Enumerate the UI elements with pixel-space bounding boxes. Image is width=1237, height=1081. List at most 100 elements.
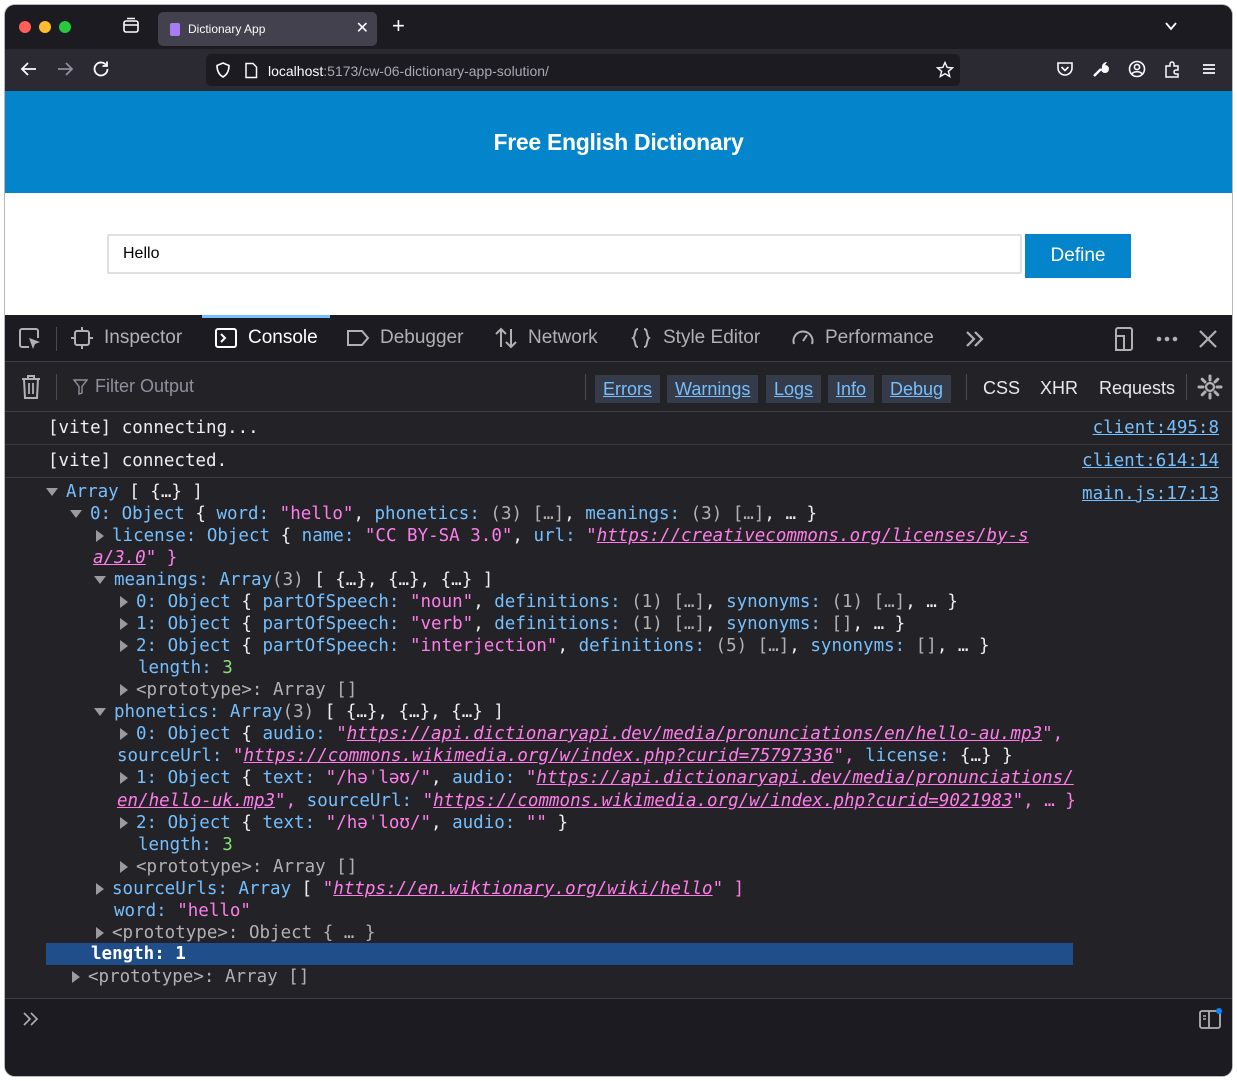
filter-errors-button[interactable]: Errors — [595, 375, 660, 403]
collapsed-triangle-icon[interactable] — [120, 817, 128, 829]
shield-icon[interactable] — [214, 61, 232, 79]
collapsed-triangle-icon[interactable] — [120, 618, 128, 630]
tree-row[interactable]: meanings: Array(3) [ {…}, {…}, {…} ] — [94, 569, 493, 591]
bookmark-star-icon[interactable] — [936, 61, 954, 79]
account-icon[interactable] — [1127, 59, 1147, 79]
url-link[interactable]: https://api.dictionaryapi.dev/media/pron… — [347, 724, 1042, 744]
tree-row[interactable]: 0: Object { word: "hello", phonetics: (3… — [70, 503, 817, 525]
url-link[interactable]: https://api.dictionaryapi.dev/media/pron… — [536, 768, 1073, 788]
new-tab-button[interactable]: + — [392, 15, 405, 37]
collapsed-triangle-icon[interactable] — [72, 971, 80, 983]
filter-debug-button[interactable]: Debug — [882, 375, 952, 403]
forward-icon[interactable] — [55, 59, 75, 79]
tab-close-icon[interactable]: ✕ — [356, 18, 369, 38]
search-input[interactable] — [107, 234, 1022, 274]
console-input[interactable] — [5, 998, 1232, 1076]
collapsed-triangle-icon[interactable] — [120, 772, 128, 784]
more-tools-chevron-icon[interactable] — [962, 326, 988, 352]
expanded-triangle-icon[interactable] — [46, 488, 58, 496]
chevron-down-icon[interactable] — [1164, 19, 1178, 33]
tree-row[interactable]: 1: Object { text: "/həˈləʊ/", audio: "ht… — [120, 767, 1074, 789]
tree-row[interactable]: 1: Object { partOfSpeech: "verb", defini… — [120, 613, 905, 635]
tree-row-selected[interactable]: length: 1 — [91, 943, 186, 965]
settings-gear-icon[interactable] — [1197, 374, 1223, 400]
filter-divider — [966, 374, 967, 400]
reload-icon[interactable] — [91, 59, 111, 79]
trash-icon[interactable] — [19, 374, 43, 400]
collapsed-triangle-icon[interactable] — [120, 728, 128, 740]
minimize-window-button[interactable] — [39, 21, 51, 33]
url-link[interactable]: en/hello-uk.mp3 — [117, 791, 275, 811]
tab-network[interactable]: Network — [494, 315, 598, 361]
collapsed-triangle-icon[interactable] — [96, 927, 104, 939]
tab-dictionary-app[interactable]: Dictionary App ✕ — [158, 12, 377, 46]
define-button[interactable]: Define — [1025, 234, 1131, 278]
expanded-triangle-icon[interactable] — [94, 576, 106, 584]
pocket-icon[interactable] — [1055, 59, 1075, 79]
tab-performance-label: Performance — [825, 327, 934, 348]
collapsed-triangle-icon[interactable] — [120, 596, 128, 608]
tree-row[interactable]: 2: Object { partOfSpeech: "interjection"… — [120, 635, 990, 657]
header-banner: Free English Dictionary — [5, 91, 1232, 193]
filter-css-button[interactable]: CSS — [983, 378, 1020, 399]
collapsed-triangle-icon[interactable] — [120, 640, 128, 652]
filter-logs-button[interactable]: Logs — [766, 375, 822, 403]
element-picker-icon[interactable] — [17, 326, 43, 352]
url-text[interactable]: localhost:5173/cw-06-dictionary-app-solu… — [268, 63, 549, 79]
filter-xhr-button[interactable]: XHR — [1040, 378, 1078, 399]
message-source-link[interactable]: client:614:14 — [1082, 451, 1219, 471]
collapsed-triangle-icon[interactable] — [96, 883, 104, 895]
url-link[interactable]: a/3.0 — [93, 548, 146, 568]
tab-console-label: Console — [248, 327, 318, 348]
wrench-icon[interactable] — [1091, 59, 1111, 79]
collapsed-triangle-icon[interactable] — [120, 861, 128, 873]
tree-row[interactable]: 0: Object { partOfSpeech: "noun", defini… — [120, 591, 958, 613]
close-icon[interactable] — [1195, 326, 1221, 352]
tree-row[interactable]: <prototype>: Object { … } — [96, 922, 375, 944]
extensions-icon[interactable] — [1163, 59, 1183, 79]
tree-row[interactable]: Array [ {…} ] — [46, 481, 203, 503]
url-link[interactable]: https://creativecommons.org/licenses/by-… — [597, 526, 1029, 546]
tab-console[interactable]: Console — [202, 315, 330, 361]
url-link[interactable]: https://en.wiktionary.org/wiki/hello — [333, 879, 712, 899]
page-icon[interactable] — [244, 62, 258, 79]
expanded-triangle-icon[interactable] — [70, 510, 82, 518]
sidebar-toggle-icon[interactable] — [1198, 1007, 1222, 1031]
filter-info-button[interactable]: Info — [828, 375, 875, 403]
tab-inspector-label: Inspector — [104, 327, 183, 348]
filter-requests-button[interactable]: Requests — [1099, 378, 1175, 399]
collapsed-triangle-icon[interactable] — [120, 684, 128, 696]
back-icon[interactable] — [19, 59, 39, 79]
more-options-icon[interactable] — [1154, 326, 1180, 352]
tree-row[interactable]: 0: Object { audio: "https://api.dictiona… — [120, 723, 1063, 745]
expanded-triangle-icon[interactable] — [94, 708, 106, 716]
tree-row[interactable]: <prototype>: Array [] — [72, 966, 309, 988]
browser-window: Dictionary App ✕ + localhost:5173/cw-06-… — [5, 5, 1232, 1076]
dock-side-icon[interactable] — [1111, 326, 1137, 352]
style-editor-icon — [631, 328, 651, 348]
tree-row[interactable]: 2: Object { text: "/həˈloʊ/", audio: "" … — [120, 812, 568, 834]
url-bar[interactable]: localhost:5173/cw-06-dictionary-app-solu… — [206, 54, 960, 86]
filter-warnings-button[interactable]: Warnings — [667, 375, 759, 403]
tree-row[interactable]: sourceUrls: Array [ "https://en.wiktiona… — [96, 878, 744, 900]
message-source-link[interactable]: main.js:17:13 — [1082, 484, 1219, 504]
tree-row[interactable]: <prototype>: Array [] — [120, 679, 357, 701]
tab-style-editor[interactable]: Style Editor — [629, 315, 760, 361]
tree-row: word: "hello" — [114, 901, 251, 921]
tab-inspector[interactable]: Inspector — [70, 315, 182, 361]
tree-row[interactable]: <prototype>: Array [] — [120, 856, 357, 878]
tab-style-editor-label: Style Editor — [663, 327, 761, 348]
filter-output-input[interactable]: Filter Output — [95, 376, 194, 397]
tab-performance[interactable]: Performance — [791, 315, 934, 361]
tab-debugger[interactable]: Debugger — [346, 315, 463, 361]
tree-row[interactable]: phonetics: Array(3) [ {…}, {…}, {…} ] — [94, 701, 504, 723]
tree-row[interactable]: license: Object { name: "CC BY-SA 3.0", … — [96, 525, 1029, 547]
message-source-link[interactable]: client:495:8 — [1093, 418, 1219, 438]
tab-overview-icon[interactable] — [122, 17, 140, 35]
url-link[interactable]: https://commons.wikimedia.org/w/index.ph… — [433, 791, 1012, 811]
collapsed-triangle-icon[interactable] — [96, 530, 104, 542]
zoom-window-button[interactable] — [59, 21, 71, 33]
url-link[interactable]: https://commons.wikimedia.org/w/index.ph… — [243, 746, 833, 766]
close-window-button[interactable] — [19, 21, 31, 33]
menu-icon[interactable] — [1199, 59, 1219, 79]
